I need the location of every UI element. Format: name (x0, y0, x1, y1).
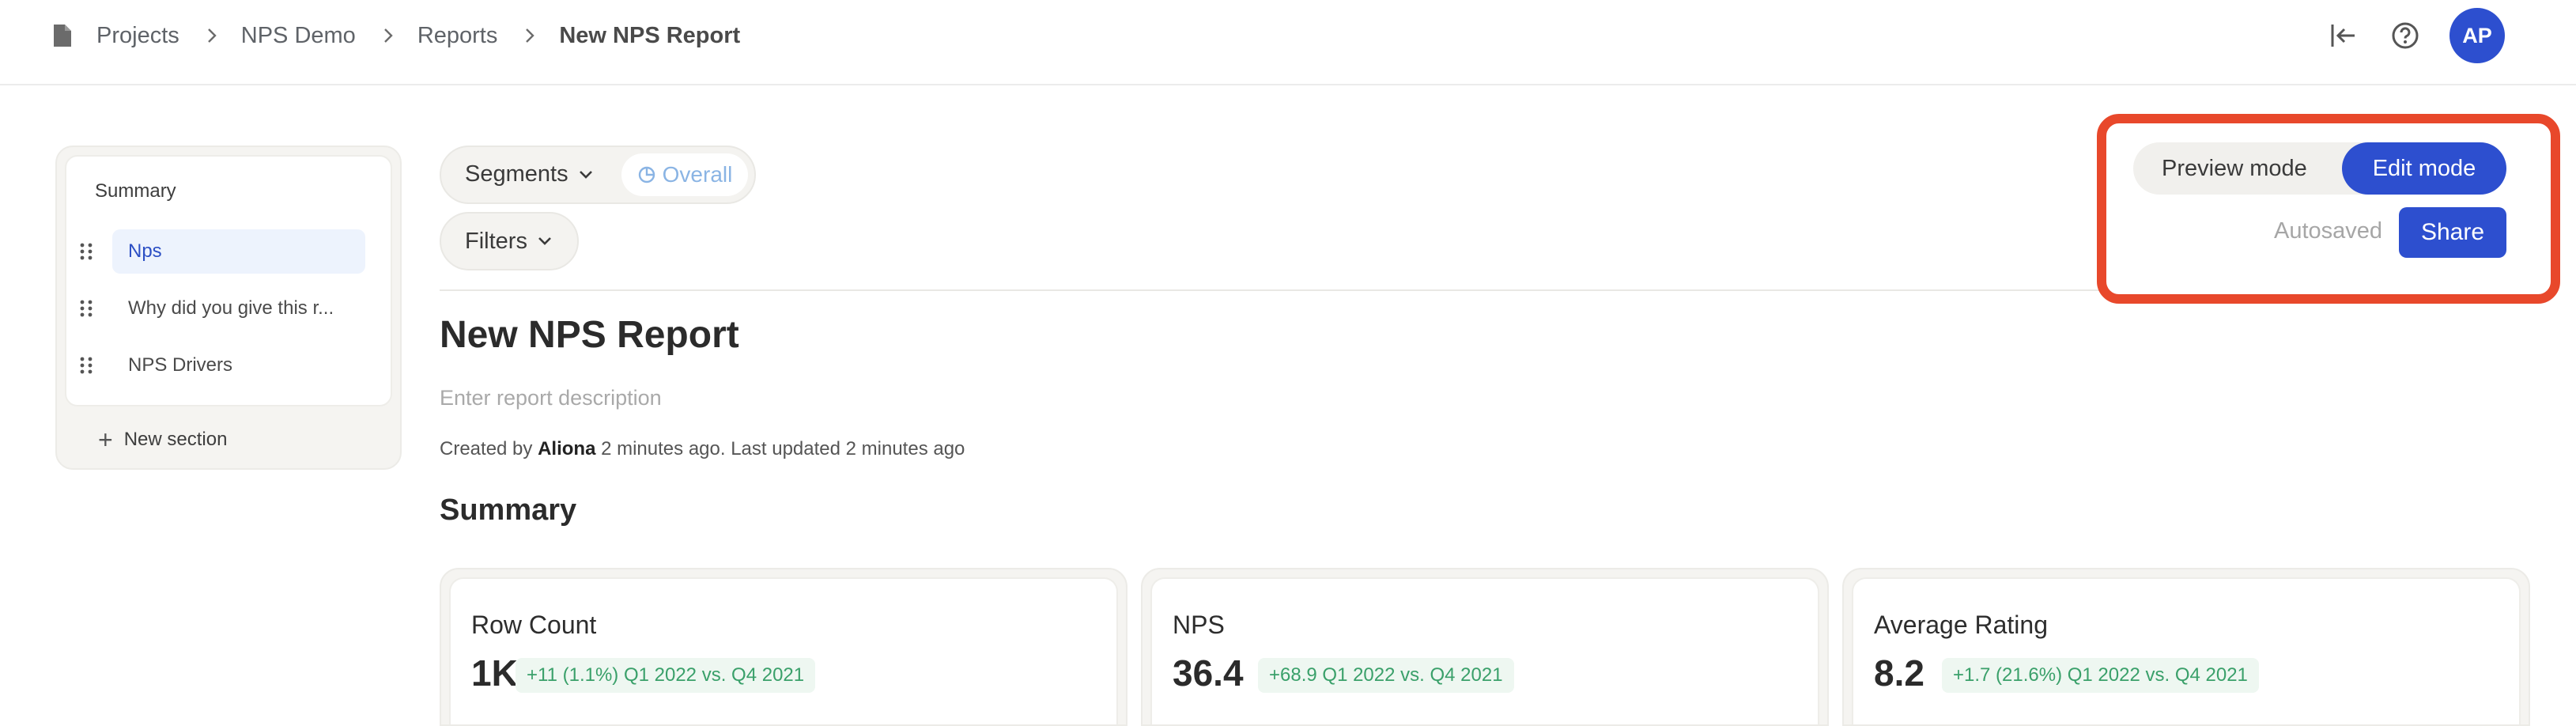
new-section-button[interactable]: + New section (98, 427, 227, 452)
document-icon (52, 23, 73, 48)
chevron-right-icon (206, 27, 217, 44)
drag-handle-icon[interactable] (79, 286, 98, 331)
autosave-status: Autosaved (2274, 218, 2383, 244)
card-value: 36.4 (1173, 652, 1244, 694)
plus-icon: + (98, 425, 113, 454)
metric-card-nps: NPS 36.4 +68.9 Q1 2022 vs. Q4 2021 (1141, 568, 1829, 726)
chevron-down-icon (578, 169, 594, 180)
sidebar-item-nps[interactable]: Nps (79, 229, 365, 274)
sidebar-item-label: NPS Drivers (128, 354, 233, 376)
filters-dropdown[interactable]: Filters (440, 212, 579, 270)
breadcrumb-current: New NPS Report (559, 22, 741, 48)
segment-icon (637, 165, 656, 184)
meta-timestamps: 2 minutes ago. Last updated 2 minutes ag… (601, 438, 965, 459)
card-label: NPS (1173, 611, 1225, 639)
collapse-left-icon[interactable] (2326, 18, 2361, 53)
sidebar-item-label: Nps (112, 229, 365, 274)
mode-toggle: Preview mode Edit mode (2133, 142, 2506, 195)
card-value: 1K (471, 652, 518, 694)
report-title[interactable]: New NPS Report (440, 313, 739, 357)
top-bar: Projects NPS Demo Reports New NPS Report… (0, 0, 2576, 85)
card-label: Row Count (471, 611, 597, 639)
overall-segment-chip[interactable]: Overall (621, 153, 748, 196)
sidebar-item-nps-drivers[interactable]: NPS Drivers (79, 343, 365, 388)
report-description-input[interactable]: Enter report description (440, 386, 662, 410)
card-body: Average Rating 8.2 +1.7 (21.6%) Q1 2022 … (1852, 577, 2521, 724)
breadcrumb: Projects NPS Demo Reports New NPS Report (52, 19, 740, 52)
report-meta: Created by Aliona 2 minutes ago. Last up… (440, 438, 965, 460)
card-delta-badge: +11 (1.1%) Q1 2022 vs. Q4 2021 (516, 658, 816, 693)
breadcrumb-nps-demo[interactable]: NPS Demo (241, 23, 356, 49)
sidebar-item-summary[interactable]: Summary (95, 180, 176, 202)
avatar[interactable]: AP (2449, 8, 2505, 63)
card-delta-badge: +68.9 Q1 2022 vs. Q4 2021 (1258, 658, 1514, 693)
segments-label: Segments (465, 161, 568, 187)
share-button[interactable]: Share (2399, 207, 2506, 258)
section-title: Summary (440, 493, 577, 527)
card-body: Row Count 1K +11 (1.1%) Q1 2022 vs. Q4 2… (449, 577, 1118, 724)
help-icon[interactable] (2388, 18, 2423, 53)
meta-author: Aliona (538, 438, 596, 459)
drag-handle-icon[interactable] (79, 229, 98, 274)
header-actions: AP (2326, 8, 2505, 63)
drag-handle-icon[interactable] (79, 343, 98, 388)
edit-mode-button[interactable]: Edit mode (2342, 142, 2506, 195)
chevron-right-icon (524, 27, 535, 44)
chevron-right-icon (383, 27, 394, 44)
metric-card-row-count: Row Count 1K +11 (1.1%) Q1 2022 vs. Q4 2… (440, 568, 1127, 726)
card-label: Average Rating (1874, 611, 2048, 639)
new-section-label: New section (123, 429, 228, 450)
preview-mode-button[interactable]: Preview mode (2162, 142, 2307, 195)
segments-dropdown[interactable]: Segments (465, 161, 594, 187)
overall-label: Overall (662, 162, 733, 187)
metric-card-average-rating: Average Rating 8.2 +1.7 (21.6%) Q1 2022 … (1842, 568, 2530, 726)
breadcrumb-projects[interactable]: Projects (96, 23, 179, 49)
segments-group: Segments Overall (440, 146, 756, 204)
sidebar-item-label: Why did you give this r... (128, 297, 334, 319)
meta-created-by: Created by (440, 438, 533, 459)
breadcrumb-reports[interactable]: Reports (417, 23, 498, 49)
filters-label: Filters (465, 228, 527, 254)
sidebar-item-why[interactable]: Why did you give this r... (79, 286, 365, 331)
card-value: 8.2 (1874, 652, 1924, 694)
chevron-down-icon (537, 236, 553, 247)
card-body: NPS 36.4 +68.9 Q1 2022 vs. Q4 2021 (1150, 577, 1819, 724)
divider (440, 289, 2100, 291)
card-delta-badge: +1.7 (21.6%) Q1 2022 vs. Q4 2021 (1942, 658, 2259, 693)
